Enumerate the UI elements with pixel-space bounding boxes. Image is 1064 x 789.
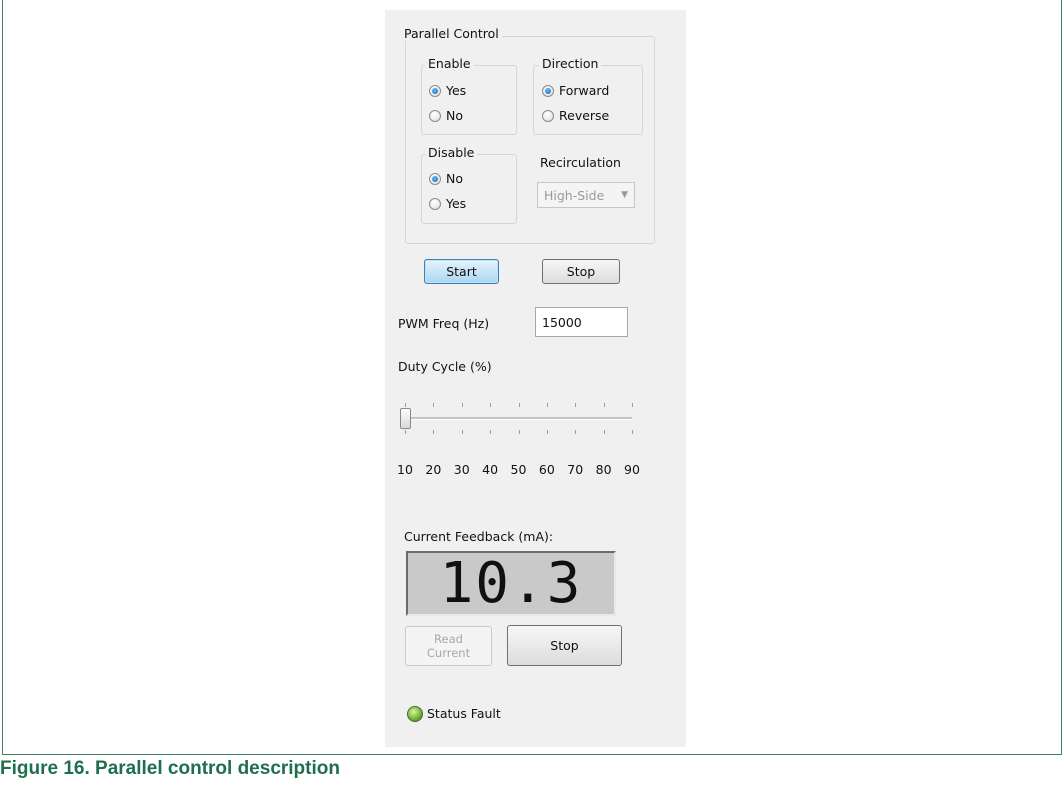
slider-tick [433,430,435,434]
duty-tick-label: 50 [510,462,527,477]
parallel-control-title: Parallel Control [401,26,502,41]
pwm-freq-label: PWM Freq (Hz) [398,316,490,331]
duty-tick-label: 80 [595,462,612,477]
direction-reverse-radio[interactable]: Reverse [542,108,609,123]
radio-unselected-icon [542,109,554,122]
pwm-freq-input[interactable]: 15000 [535,307,628,337]
slider-tick [461,430,463,434]
current-feedback-label: Current Feedback (mA): [404,529,554,544]
current-display: 10.3 [406,551,616,616]
slider-tick [546,403,548,407]
slider-tick [433,403,435,407]
disable-group [421,154,517,224]
enable-title: Enable [425,56,474,71]
direction-group [533,65,643,135]
duty-tick-label: 60 [538,462,555,477]
radio-unselected-icon [429,197,441,210]
recirculation-title: Recirculation [540,155,621,170]
direction-title: Direction [539,56,602,71]
enable-no-label: No [446,108,463,123]
disable-title: Disable [425,145,478,160]
read-current-line2: Current [426,646,471,660]
duty-tick-label: 40 [482,462,499,477]
disable-yes-radio[interactable]: Yes [429,196,466,211]
direction-forward-label: Forward [559,83,610,98]
read-current-line1: Read [434,632,463,646]
start-button[interactable]: Start [424,259,499,284]
slider-tick [490,403,492,407]
radio-unselected-icon [429,109,441,122]
read-current-button[interactable]: Read Current [405,626,492,666]
enable-group [421,65,517,135]
slider-tick [575,430,577,434]
duty-tick-label: 70 [567,462,584,477]
duty-tick-label: 90 [624,462,640,477]
parallel-control-panel: Parallel Control Enable Yes No Direction… [385,10,686,747]
disable-no-label: No [446,171,463,186]
slider-track [405,417,632,420]
duty-tick-labels: 10 20 30 40 50 60 70 80 90 [385,462,686,480]
enable-no-radio[interactable]: No [429,108,463,123]
slider-tick [518,430,520,434]
enable-yes-radio[interactable]: Yes [429,83,466,98]
slider-tick [632,403,633,407]
enable-yes-label: Yes [446,83,467,98]
disable-no-radio[interactable]: No [429,171,463,186]
slider-tick [603,430,605,434]
slider-tick [632,430,633,434]
current-stop-button[interactable]: Stop [507,625,622,666]
duty-tick-label: 30 [453,462,470,477]
recirculation-value: High-Side [544,187,605,203]
radio-selected-icon [429,172,441,185]
duty-tick-label: 20 [425,462,442,477]
status-led-icon [407,706,423,722]
slider-tick [405,403,406,407]
slider-tick [603,403,605,407]
radio-selected-icon [542,84,554,97]
duty-cycle-label: Duty Cycle (%) [398,359,492,374]
direction-forward-radio[interactable]: Forward [542,83,609,98]
figure-caption: Figure 16. Parallel control description [0,758,340,779]
slider-tick [518,403,520,407]
disable-yes-label: Yes [446,196,467,211]
slider-tick [461,403,463,407]
duty-cycle-slider[interactable] [400,398,636,448]
slider-tick [490,430,492,434]
chevron-down-icon: ▼ [621,190,628,200]
direction-reverse-label: Reverse [559,108,610,123]
slider-tick [546,430,548,434]
recirculation-select[interactable]: High-Side ▼ [537,182,635,208]
stop-button[interactable]: Stop [542,259,620,284]
status-fault-label: Status Fault [427,706,501,721]
slider-tick [405,430,406,434]
slider-tick [575,403,577,407]
radio-selected-icon [429,84,441,97]
slider-thumb[interactable] [400,408,411,429]
duty-tick-label: 10 [397,462,413,477]
